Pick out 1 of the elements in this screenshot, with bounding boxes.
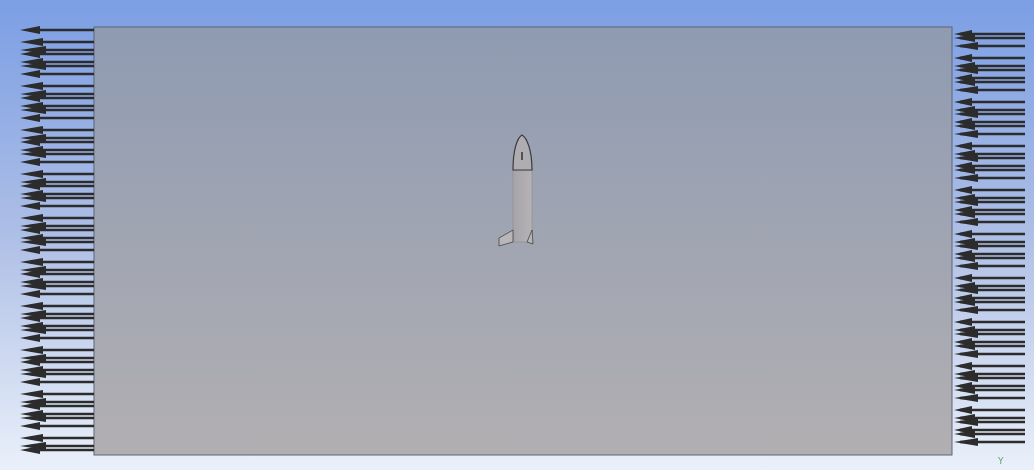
axis-label: Y	[998, 456, 1004, 466]
